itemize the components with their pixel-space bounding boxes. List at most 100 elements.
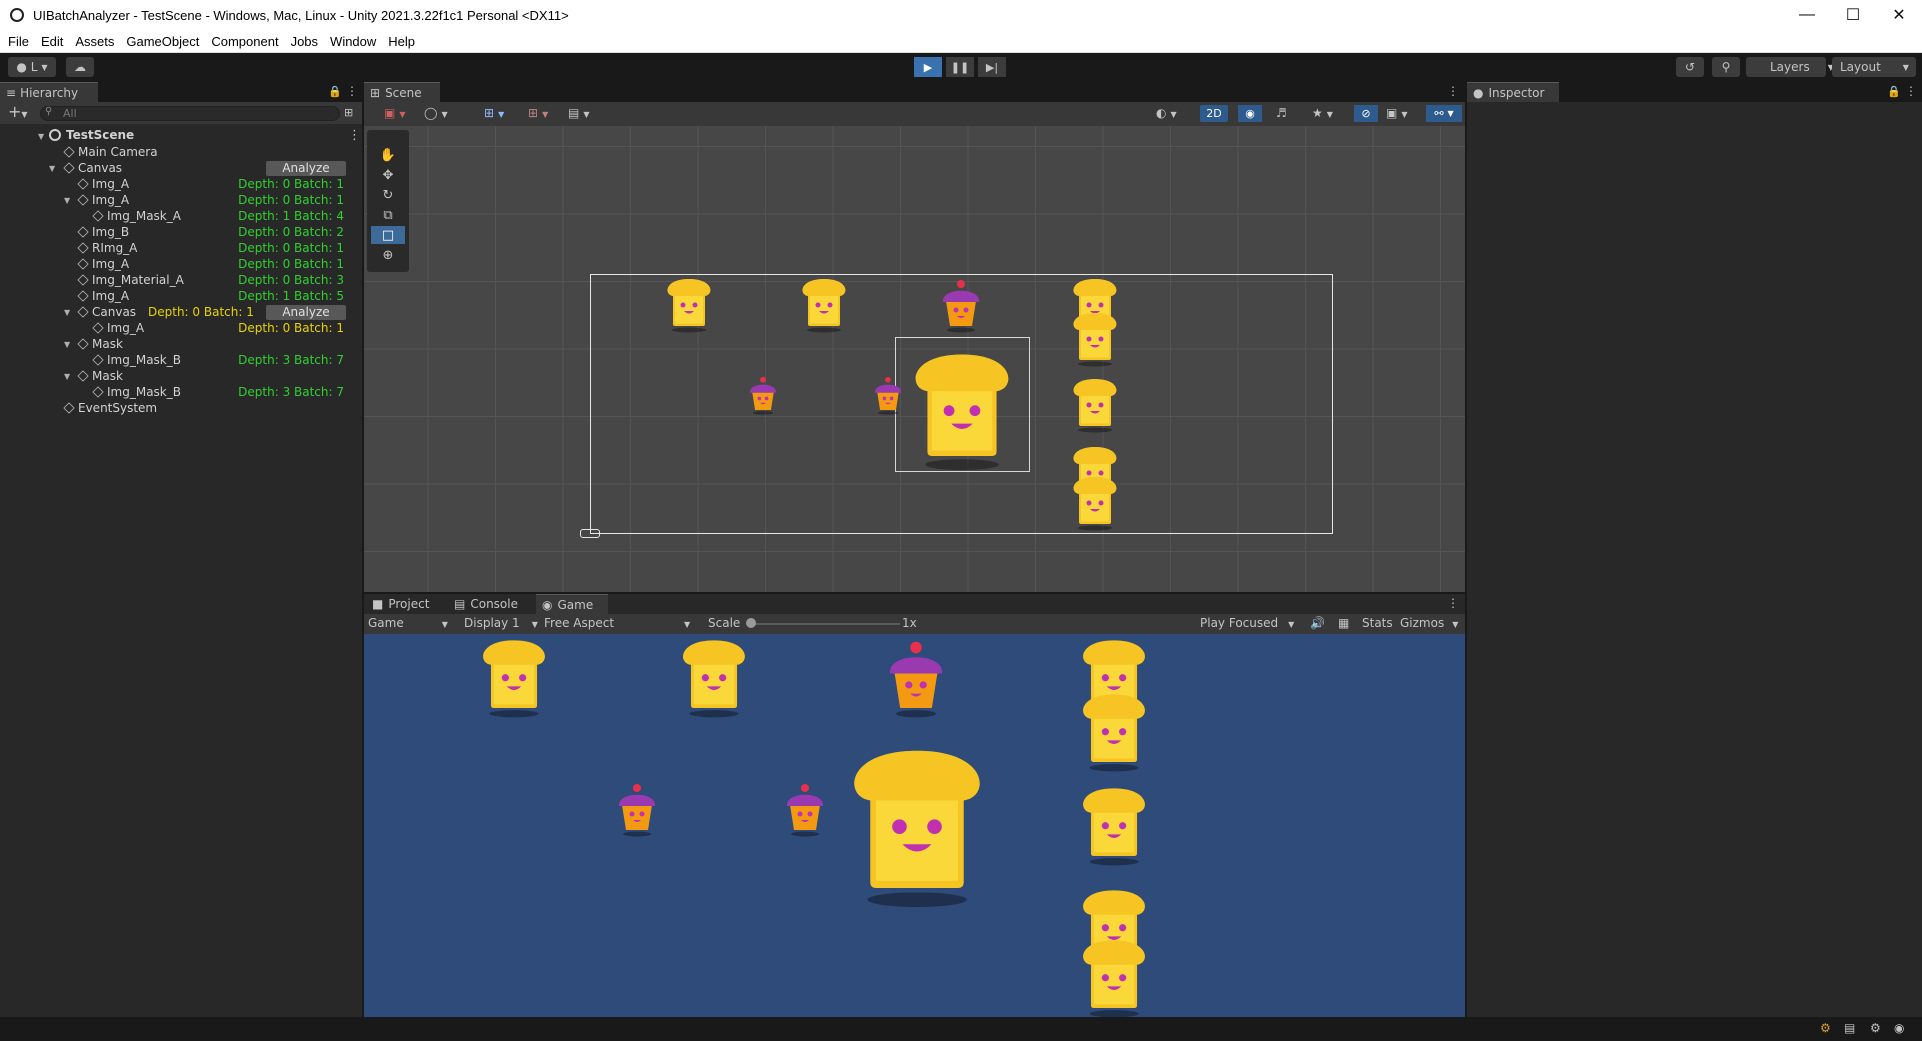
list-item[interactable]: Img_A Depth: 0 Batch: 1 bbox=[0, 256, 362, 272]
add-button[interactable]: +▼ bbox=[8, 102, 28, 121]
scale-slider-track[interactable] bbox=[750, 623, 900, 625]
scale-tool-icon[interactable]: ⧉ bbox=[371, 206, 405, 224]
scale-slider-handle[interactable] bbox=[746, 618, 756, 628]
gizmos-dropdown[interactable]: Gizmos ▼ bbox=[1400, 616, 1458, 630]
list-item[interactable]: Img_Material_A Depth: 0 Batch: 3 bbox=[0, 272, 362, 288]
fold-arrow-icon[interactable]: ▼ bbox=[64, 308, 70, 317]
hidden-objects-toggle[interactable]: ⊘ bbox=[1354, 105, 1378, 122]
hand-tool-icon[interactable]: ✋ bbox=[371, 146, 405, 164]
audio-icon[interactable]: ♬ bbox=[1276, 106, 1287, 120]
scene-root-label[interactable]: TestScene bbox=[66, 128, 134, 142]
progress-icon[interactable]: ⚙ bbox=[1820, 1021, 1831, 1035]
effects-dropdown[interactable]: ★ ▼ bbox=[1312, 106, 1333, 120]
increment-snap-toggle[interactable]: ⊞ ▼ bbox=[528, 106, 548, 120]
audio-icon[interactable]: 🔊 bbox=[1310, 616, 1325, 630]
depth-batch-label: Depth: 1 Batch: 5 bbox=[238, 289, 344, 303]
list-item[interactable]: Img_A Depth: 0 Batch: 1 bbox=[0, 320, 362, 336]
tab-inspector[interactable]: ● Inspector bbox=[1467, 82, 1559, 102]
list-item[interactable]: Main Camera bbox=[0, 144, 362, 160]
align-tool-dropdown[interactable]: ▤ ▼ bbox=[568, 106, 590, 120]
tab-hierarchy[interactable]: ≡ Hierarchy bbox=[0, 82, 98, 102]
menu-jobs[interactable]: Jobs bbox=[291, 34, 318, 49]
cache-icon[interactable]: ▤ bbox=[1844, 1021, 1855, 1035]
list-item[interactable]: ▼ Img_A Depth: 0 Batch: 1 bbox=[0, 192, 362, 208]
tab-project[interactable]: ■ Project bbox=[366, 594, 440, 614]
list-item[interactable]: RImg_A Depth: 0 Batch: 1 bbox=[0, 240, 362, 256]
history-button[interactable]: ↺ bbox=[1676, 57, 1704, 77]
transform-tool-icon[interactable]: ⊕ bbox=[371, 246, 405, 264]
notifications-icon[interactable]: ◉ bbox=[1894, 1021, 1904, 1035]
depth-batch-label: Depth: 0 Batch: 1 bbox=[238, 177, 344, 191]
list-item[interactable]: Img_Mask_B Depth: 3 Batch: 7 bbox=[0, 384, 362, 400]
fold-arrow-icon[interactable]: ▼ bbox=[64, 340, 70, 349]
list-item[interactable]: ▼ Mask bbox=[0, 336, 362, 352]
rect-handle[interactable] bbox=[580, 529, 600, 538]
display-dropdown[interactable]: Display 1 ▼ bbox=[464, 616, 540, 630]
grid-icon[interactable]: ▦ bbox=[1338, 616, 1349, 630]
search-input[interactable]: All bbox=[40, 106, 340, 121]
tab-console[interactable]: ▤ Console bbox=[448, 594, 530, 614]
menu-assets[interactable]: Assets bbox=[75, 34, 114, 49]
console-icon: ▤ bbox=[454, 597, 466, 611]
list-item[interactable]: ▼ Mask bbox=[0, 368, 362, 384]
close-icon[interactable]: ✕ bbox=[1876, 0, 1922, 30]
stats-button[interactable]: Stats bbox=[1362, 616, 1393, 630]
maximize-icon[interactable]: ☐ bbox=[1830, 0, 1876, 30]
fold-arrow-icon[interactable]: ▼ bbox=[64, 372, 70, 381]
menu-component[interactable]: Component bbox=[211, 34, 278, 49]
play-mode-dropdown[interactable]: Play Focused ▼ bbox=[1200, 616, 1304, 630]
menu-window[interactable]: Window bbox=[330, 34, 376, 49]
fold-arrow-icon[interactable]: ▼ bbox=[64, 196, 70, 205]
camera-dropdown[interactable]: ▣ ▼ bbox=[1386, 106, 1408, 120]
list-item[interactable]: ▼ Canvas Analyze bbox=[0, 160, 362, 176]
list-item[interactable]: ▼ Canvas Depth: 0 Batch: 1 Analyze bbox=[0, 304, 362, 320]
lighting-toggle[interactable]: ◉ bbox=[1238, 105, 1262, 122]
analyze-button[interactable]: Analyze bbox=[266, 160, 346, 176]
pause-button[interactable]: ❚❚ bbox=[946, 57, 974, 77]
gizmo-shading-dropdown[interactable]: ◐ ▼ bbox=[1156, 106, 1177, 120]
list-item[interactable]: Img_B Depth: 0 Batch: 2 bbox=[0, 224, 362, 240]
mode-2d-toggle[interactable]: 2D bbox=[1200, 105, 1228, 122]
game-view-dropdown[interactable]: Game ▼ bbox=[368, 616, 456, 630]
menu-edit[interactable]: Edit bbox=[41, 34, 63, 49]
menu-help[interactable]: Help bbox=[388, 34, 415, 49]
cloud-button[interactable]: ☁ bbox=[66, 57, 94, 77]
aspect-dropdown[interactable]: Free Aspect ▼ bbox=[544, 616, 706, 630]
fold-arrow-icon[interactable]: ▼ bbox=[38, 132, 44, 141]
step-button[interactable]: ▶| bbox=[978, 57, 1006, 77]
fold-arrow-icon[interactable]: ▼ bbox=[49, 164, 55, 173]
list-item[interactable]: Img_A Depth: 0 Batch: 1 bbox=[0, 176, 362, 192]
list-item[interactable]: EventSystem bbox=[0, 400, 362, 416]
kebab-menu-icon[interactable]: ⋮ bbox=[348, 128, 361, 143]
scene-search-icon[interactable]: ⊞ bbox=[344, 106, 353, 119]
list-item[interactable]: Img_A Depth: 1 Batch: 5 bbox=[0, 288, 362, 304]
rect-tool-icon[interactable]: □ bbox=[371, 226, 405, 244]
menu-gameobject[interactable]: GameObject bbox=[126, 34, 199, 49]
tab-scene[interactable]: ⊞ Scene bbox=[364, 82, 440, 102]
kebab-menu-icon[interactable]: ⋮ bbox=[1905, 84, 1917, 98]
render-mode-dropdown[interactable]: ◯ ▼ bbox=[424, 106, 460, 122]
menu-file[interactable]: File bbox=[8, 34, 29, 49]
scene-toolbar: ▣ ▼ ◯ ▼ ⊞ ▼ ⊞ ▼ ▤ ▼ ◐ ▼ 2D ◉ ♬ ★ ▼ ⊘ ▣ ▼ ⚯ ▼ bbox=[364, 102, 1465, 126]
debug-icon[interactable]: ⚙ bbox=[1870, 1021, 1881, 1035]
kebab-menu-icon[interactable]: ⋮ bbox=[1447, 596, 1459, 610]
account-dropdown[interactable]: ● L ▼ bbox=[8, 57, 56, 77]
draw-mode-dropdown[interactable]: ▣ ▼ bbox=[384, 106, 420, 122]
lock-icon[interactable]: 🔒 bbox=[328, 85, 342, 98]
minimize-icon[interactable]: — bbox=[1784, 0, 1830, 30]
play-button[interactable]: ▶ bbox=[914, 57, 942, 77]
list-item[interactable]: Img_Mask_A Depth: 1 Batch: 4 bbox=[0, 208, 362, 224]
layers-dropdown[interactable]: Layers ▼ bbox=[1746, 57, 1834, 77]
layout-dropdown[interactable]: Layout ▼ bbox=[1832, 57, 1916, 77]
gizmos-dropdown[interactable]: ⚯ ▼ bbox=[1426, 105, 1462, 122]
move-tool-icon[interactable]: ✥ bbox=[371, 166, 405, 184]
tab-game[interactable]: ◉ Game bbox=[536, 594, 608, 614]
kebab-menu-icon[interactable]: ⋮ bbox=[346, 84, 358, 98]
list-item[interactable]: Img_Mask_B Depth: 3 Batch: 7 bbox=[0, 352, 362, 368]
lock-icon[interactable]: 🔒 bbox=[1887, 85, 1901, 98]
grid-snap-toggle[interactable]: ⊞ ▼ bbox=[484, 106, 504, 120]
search-button[interactable]: ⚲ bbox=[1712, 57, 1740, 77]
kebab-menu-icon[interactable]: ⋮ bbox=[1447, 84, 1459, 98]
rotate-tool-icon[interactable]: ↻ bbox=[371, 186, 405, 204]
analyze-button[interactable]: Analyze bbox=[266, 304, 346, 320]
